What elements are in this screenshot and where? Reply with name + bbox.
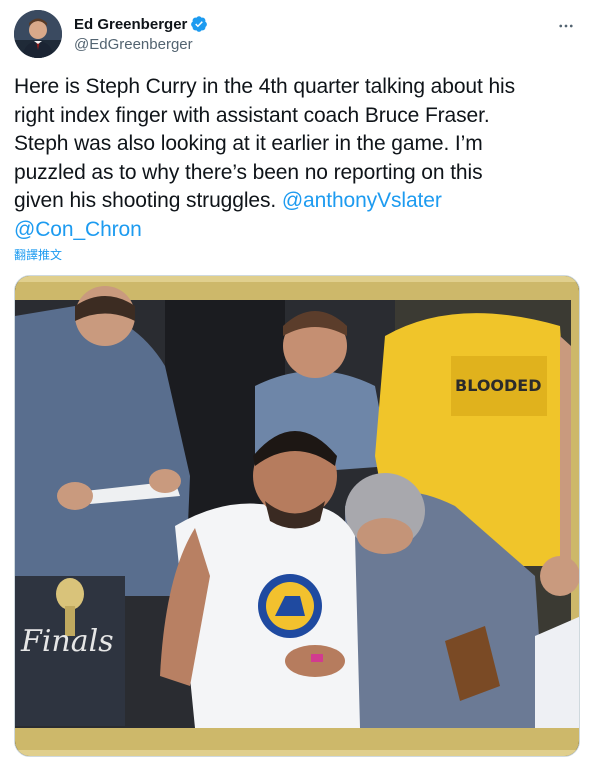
tweet-card: Ed Greenberger @EdGreenberger Here is St… xyxy=(0,0,596,766)
tweet-text-line: Steph was also looking at it earlier in … xyxy=(14,132,483,155)
tweet-media-photo[interactable]: Finals BLOODED xyxy=(14,275,580,757)
tweet-text-line: right index finger with assistant coach … xyxy=(14,103,490,127)
tweet-text-line: puzzled as to why there’s been no report… xyxy=(14,160,483,184)
name-row: Ed Greenberger xyxy=(74,14,208,34)
user-info: Ed Greenberger @EdGreenberger xyxy=(74,14,208,53)
verified-badge-icon xyxy=(190,15,208,33)
display-name[interactable]: Ed Greenberger xyxy=(74,16,187,33)
mention-link[interactable]: @Con_Chron xyxy=(14,218,142,241)
shirt-text: BLOODED xyxy=(455,376,542,395)
tweet-text-line: Here is Steph Curry in the 4th quarter t… xyxy=(14,75,516,98)
avatar[interactable] xyxy=(14,10,62,58)
more-options-icon[interactable] xyxy=(554,14,578,38)
translate-tweet-link[interactable]: 翻譯推文 xyxy=(14,246,62,263)
tweet-header: Ed Greenberger @EdGreenberger xyxy=(14,10,582,60)
finals-logo-text: Finals xyxy=(20,624,114,659)
photo-image: Finals BLOODED xyxy=(15,276,579,756)
avatar-image xyxy=(14,10,62,58)
mention-link[interactable]: @anthonyVslater xyxy=(282,189,442,212)
tweet-text: Here is Steph Curry in the 4th quarter t… xyxy=(14,73,584,244)
user-handle[interactable]: @EdGreenberger xyxy=(74,36,208,53)
tweet-text-line: given his shooting struggles. xyxy=(14,189,282,212)
